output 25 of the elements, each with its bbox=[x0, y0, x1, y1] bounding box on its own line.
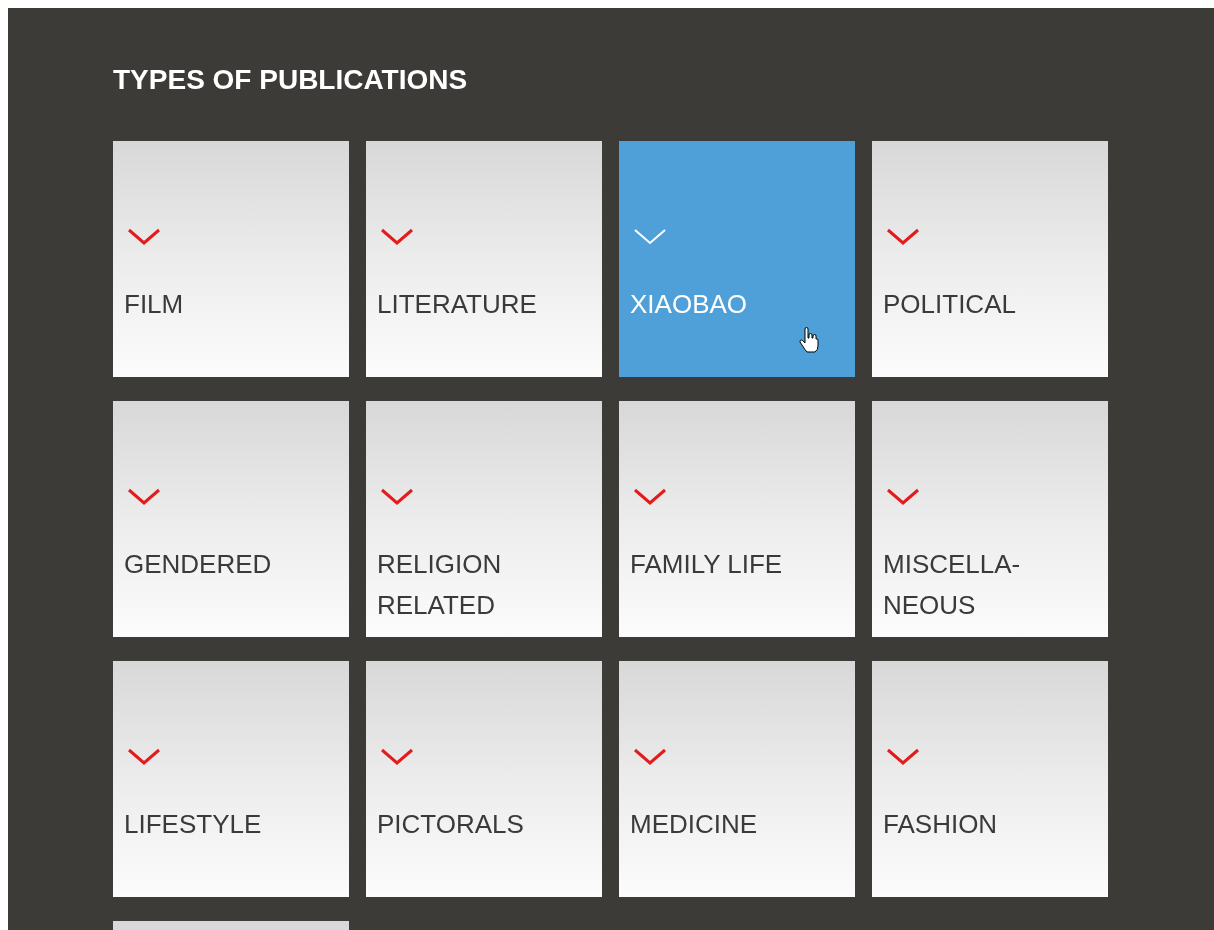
category-tile[interactable]: FASHION bbox=[872, 661, 1108, 897]
category-tile[interactable]: PICTORALS bbox=[366, 661, 602, 897]
chevron-down-icon bbox=[127, 227, 161, 247]
chevron-down-icon bbox=[886, 747, 920, 767]
category-tile[interactable]: POLITICAL bbox=[872, 141, 1108, 377]
category-tile[interactable]: RELIGION RELATED bbox=[366, 401, 602, 637]
chevron-down-icon bbox=[886, 487, 920, 507]
chevron-down-icon bbox=[633, 227, 667, 247]
category-tile[interactable]: LIFESTYLE bbox=[113, 661, 349, 897]
category-tile[interactable]: GENDERED bbox=[113, 401, 349, 637]
category-tile[interactable]: MEDICINE bbox=[619, 661, 855, 897]
chevron-down-icon bbox=[380, 747, 414, 767]
chevron-down-icon bbox=[633, 747, 667, 767]
chevron-down-icon bbox=[127, 487, 161, 507]
chevron-down-icon bbox=[886, 227, 920, 247]
chevron-down-icon bbox=[380, 487, 414, 507]
category-tile[interactable]: FILM bbox=[113, 141, 349, 377]
chevron-down-icon bbox=[633, 487, 667, 507]
category-tile[interactable]: LITERATURE bbox=[366, 141, 602, 377]
hand-cursor-icon bbox=[799, 327, 819, 353]
chevron-down-icon bbox=[127, 747, 161, 767]
category-tile[interactable]: FAMILY LIFE bbox=[619, 401, 855, 637]
section-heading: TYPES OF PUBLICATIONS bbox=[113, 63, 469, 97]
category-tile[interactable]: MISCELLA- NEOUS bbox=[872, 401, 1108, 637]
chevron-down-icon bbox=[380, 227, 414, 247]
